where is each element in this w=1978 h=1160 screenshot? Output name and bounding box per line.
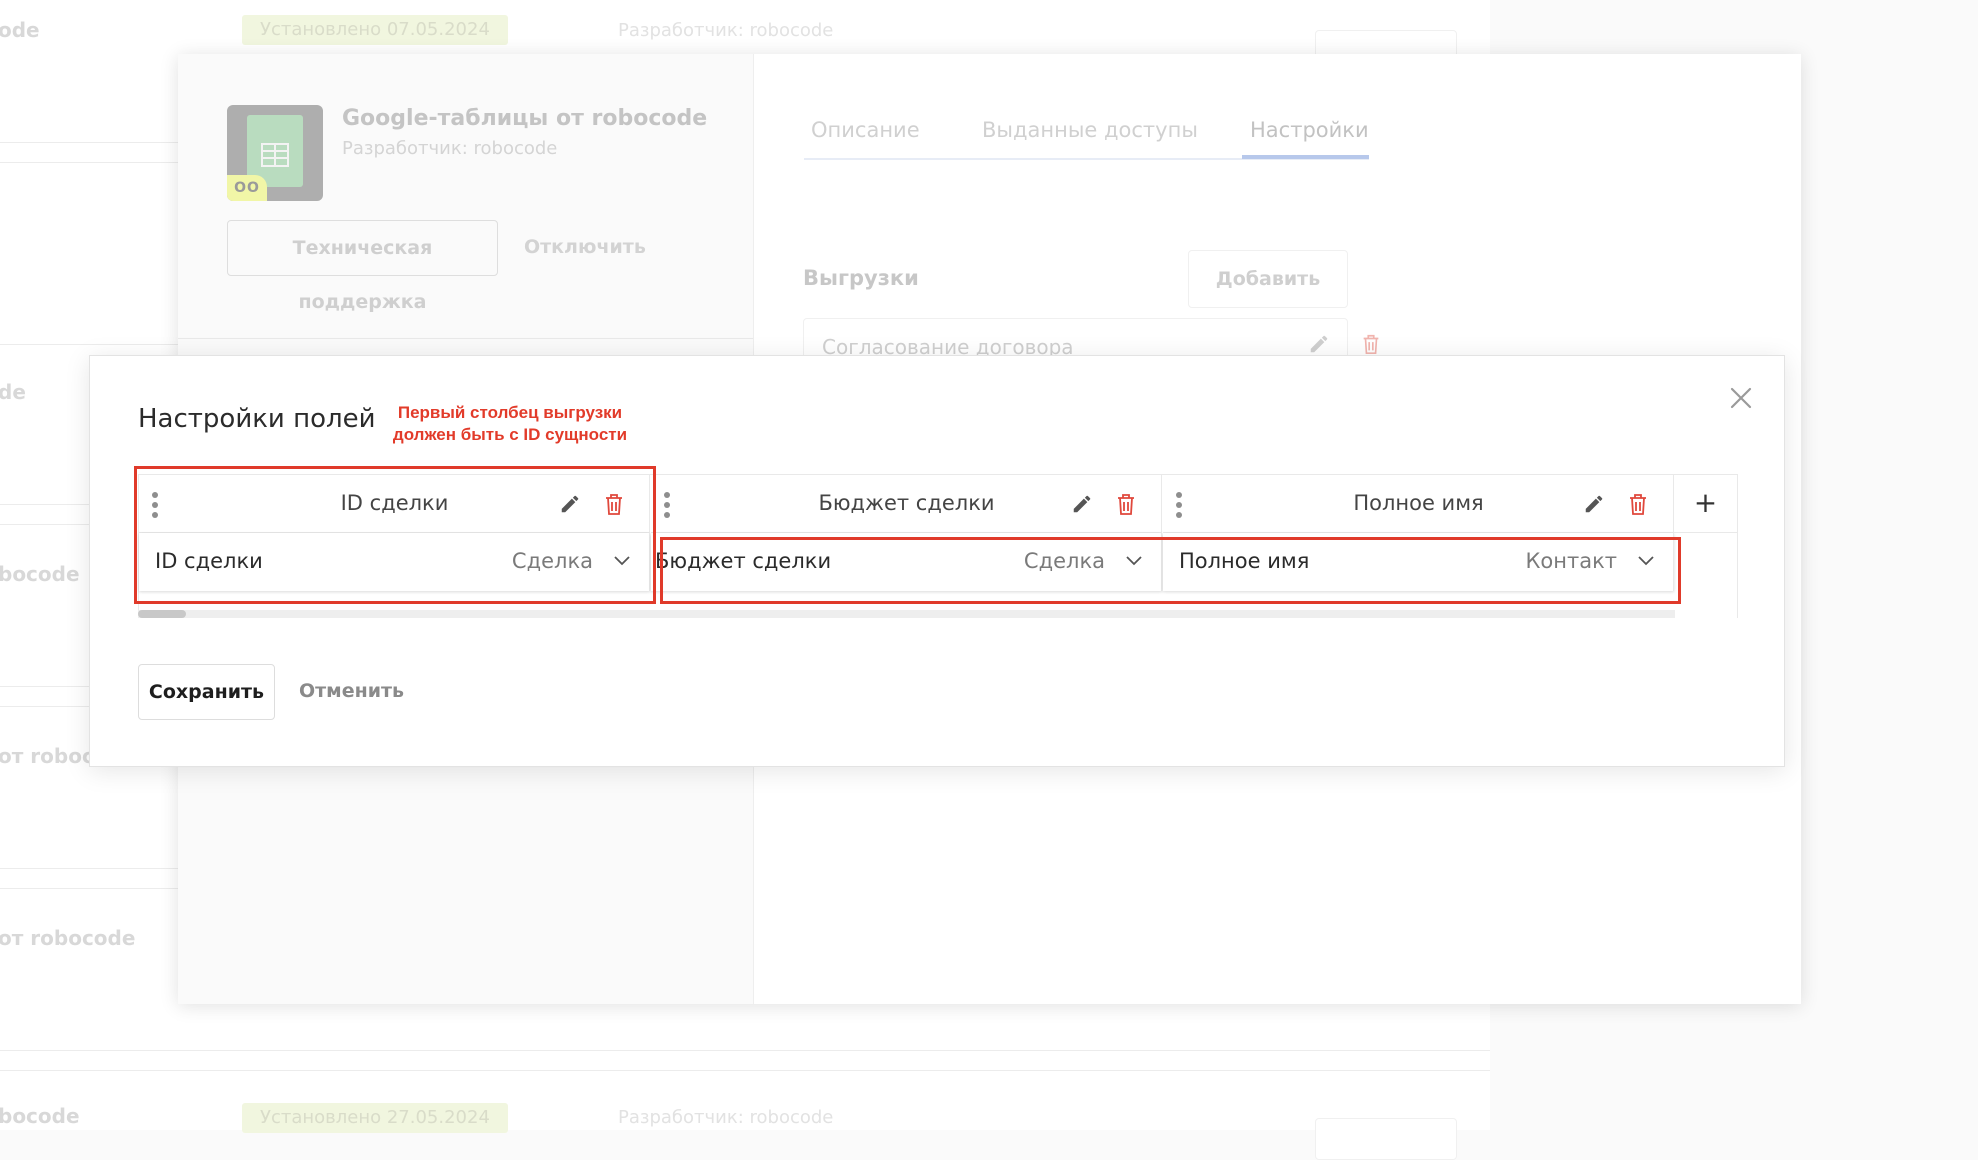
chevron-down-icon	[1126, 556, 1142, 566]
field-select-value: Бюджет сделки	[655, 549, 832, 573]
tab-granted-access[interactable]: Выданные доступы	[982, 118, 1198, 142]
annotation-note-line: должен быть с ID сущности	[392, 425, 628, 444]
column-header: Бюджет сделки	[651, 475, 1162, 533]
chevron-down-icon	[1638, 556, 1654, 566]
bg-developer: Разработчик: robocode	[618, 1107, 834, 1128]
disable-button[interactable]: Отключить	[524, 236, 646, 258]
tab-settings[interactable]: Настройки	[1250, 118, 1369, 142]
field-column: ID сделки ID сделки Сделка	[139, 475, 650, 591]
uploads-title: Выгрузки	[803, 266, 919, 290]
entity-select-value: Контакт	[1525, 549, 1617, 573]
bg-installed-badge: Установлено 27.05.2024	[242, 1103, 508, 1133]
support-button[interactable]: Техническая поддержка	[227, 220, 498, 313]
close-icon[interactable]	[1727, 384, 1755, 412]
trash-icon[interactable]	[1361, 333, 1381, 355]
field-select[interactable]: Полное имя Контакт	[1163, 533, 1674, 591]
google-sheets-app-icon: OO	[227, 105, 323, 201]
chevron-down-icon	[614, 556, 630, 566]
trash-icon[interactable]	[1628, 492, 1648, 516]
app-developer: Разработчик: robocode	[342, 138, 558, 159]
bg-row-title: de	[0, 380, 26, 404]
edit-pencil-icon[interactable]	[1583, 493, 1605, 515]
modal-title: Настройки полей	[138, 404, 376, 434]
field-column: Бюджет сделки Бюджет сделки Сделка	[651, 475, 1162, 591]
field-select[interactable]: Бюджет сделки Сделка	[651, 533, 1162, 591]
field-select-value: ID сделки	[155, 549, 263, 573]
field-select-value: Полное имя	[1179, 549, 1310, 573]
bg-installed-badge: Установлено 07.05.2024	[242, 15, 508, 45]
field-column: Полное имя Полное имя Контакт	[1163, 475, 1674, 591]
bg-row-title: bocode	[0, 1104, 80, 1128]
add-column-button[interactable]: +	[1674, 475, 1737, 533]
add-upload-button[interactable]: Добавить	[1188, 250, 1348, 308]
column-header: Полное имя	[1163, 475, 1674, 533]
edit-pencil-icon[interactable]	[1071, 493, 1093, 515]
trash-icon[interactable]	[604, 492, 624, 516]
active-tab-indicator	[1242, 155, 1369, 159]
entity-select-value: Сделка	[1023, 549, 1105, 573]
field-select[interactable]: ID сделки Сделка	[139, 533, 650, 591]
bg-row-title: от robocode	[0, 926, 136, 950]
entity-select-value: Сделка	[511, 549, 593, 573]
horizontal-scrollbar-track[interactable]	[138, 610, 1675, 618]
cancel-button[interactable]: Отменить	[299, 680, 404, 702]
bg-row-button	[1315, 1118, 1457, 1160]
trash-icon[interactable]	[1116, 492, 1136, 516]
annotation-note-line: Первый столбец выгрузки	[397, 403, 623, 422]
field-settings-modal: Настройки полей Первый столбец выгрузки …	[89, 355, 1785, 767]
save-button[interactable]: Сохранить	[138, 664, 275, 720]
horizontal-scrollbar-thumb[interactable]	[138, 610, 186, 618]
bg-row-title: bocode	[0, 562, 80, 586]
bg-row-title: ode	[0, 18, 40, 42]
app-icon-tag: OO	[227, 175, 267, 201]
tab-description[interactable]: Описание	[811, 118, 920, 142]
annotation-note: Первый столбец выгрузки должен быть с ID…	[375, 402, 645, 446]
edit-pencil-icon[interactable]	[559, 493, 581, 515]
bg-developer: Разработчик: robocode	[618, 20, 834, 41]
app-name: Google-таблицы от robocode	[342, 106, 708, 131]
edit-pencil-icon[interactable]	[1308, 333, 1330, 355]
column-header: ID сделки	[139, 475, 650, 533]
fields-table: ID сделки ID сделки Сделка Бюджет сделки…	[138, 474, 1738, 618]
